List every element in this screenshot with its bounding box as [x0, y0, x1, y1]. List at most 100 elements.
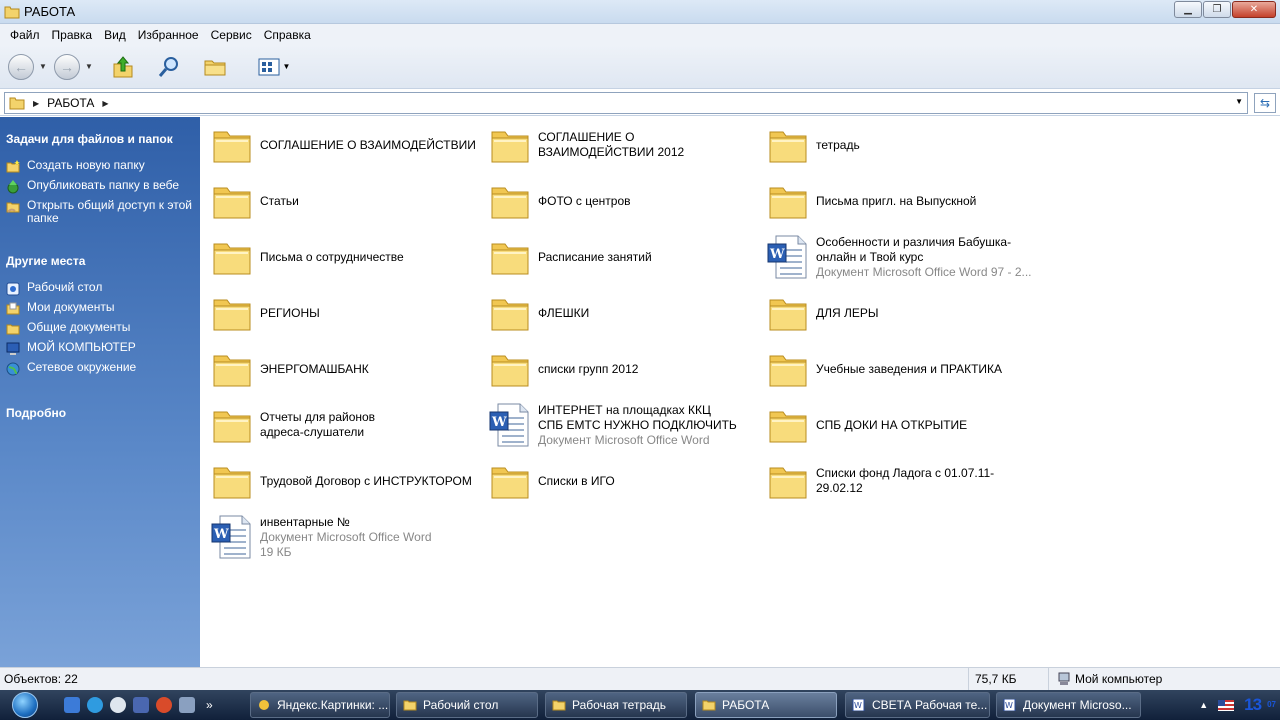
item-name: тетрадь: [816, 137, 860, 152]
place-shared-documents-link[interactable]: Общие документы: [6, 321, 196, 336]
folder-item[interactable]: Письма пригл. на Выпускной: [764, 176, 1034, 226]
shared-documents-icon: [6, 324, 20, 335]
forward-button[interactable]: →: [54, 53, 80, 80]
share-folder-link[interactable]: Открыть общий доступ к этой папке: [6, 199, 196, 225]
back-button[interactable]: ←: [8, 53, 34, 80]
folder-icon: [208, 457, 256, 505]
folder-icon: [552, 700, 566, 711]
item-name: ФОТО с центров: [538, 193, 631, 208]
menu-view[interactable]: Вид: [98, 28, 132, 42]
create-folder-link[interactable]: Создать новую папку: [6, 159, 196, 174]
task-desktop[interactable]: Рабочий стол: [396, 692, 538, 718]
clock[interactable]: 13: [1244, 695, 1262, 715]
folder-item[interactable]: СОГЛАШЕНИЕ О ВЗАИМОДЕЙСТВИИ: [208, 120, 478, 170]
menu-favorites[interactable]: Избранное: [132, 28, 205, 42]
chevron-right-icon[interactable]: »: [206, 698, 213, 712]
up-folder-button[interactable]: [108, 52, 138, 82]
folder-item[interactable]: Списки в ИГО: [486, 456, 756, 506]
minimize-button[interactable]: ▁: [1174, 1, 1202, 18]
task-document-word[interactable]: W Документ Microso...: [996, 692, 1141, 718]
back-dropdown-icon[interactable]: ▼: [36, 62, 50, 71]
item-name: ДЛЯ ЛЕРЫ: [816, 305, 879, 320]
window-title: РАБОТА: [24, 4, 76, 19]
item-name: Трудовой Договор с ИНСТРУКТОРОМ: [260, 473, 472, 488]
folder-item[interactable]: ЭНЕРГОМАШБАНК: [208, 344, 478, 394]
word-document-icon: W: [764, 233, 812, 281]
item-name: Списки в ИГО: [538, 473, 615, 488]
details-section-title[interactable]: Подробно: [0, 406, 72, 420]
menu-edit[interactable]: Правка: [46, 28, 99, 42]
folder-item[interactable]: СОГЛАШЕНИЕ О ВЗАИМОДЕЙСТВИИ 2012: [486, 120, 756, 170]
folder-item[interactable]: СПБ ДОКИ НА ОТКРЫТИЕ: [764, 400, 1034, 450]
views-icon: [258, 58, 280, 75]
folders-button[interactable]: [200, 52, 230, 82]
folder-item[interactable]: Расписание занятий: [486, 232, 756, 282]
place-label: Сетевое окружение: [27, 360, 137, 374]
folder-item[interactable]: РЕГИОНЫ: [208, 288, 478, 338]
task-workbook[interactable]: Рабочая тетрадь: [545, 692, 687, 718]
restore-button[interactable]: ❐: [1203, 1, 1231, 18]
task-label: Создать новую папку: [27, 158, 145, 172]
folder-item[interactable]: Учебные заведения и ПРАКТИКА: [764, 344, 1034, 394]
place-label: МОЙ КОМПЬЮТЕР: [27, 340, 136, 354]
language-flag-icon[interactable]: [1218, 699, 1235, 711]
task-rabota[interactable]: РАБОТА: [695, 692, 837, 718]
publish-web-link[interactable]: Опубликовать папку в вебе: [6, 179, 196, 194]
forward-dropdown-icon[interactable]: ▼: [82, 62, 96, 71]
start-button[interactable]: [0, 690, 50, 720]
folder-icon: [764, 121, 812, 169]
app-quicklaunch-icon[interactable]: [179, 697, 195, 713]
address-field[interactable]: ▶ РАБОТА ▶ ▼: [4, 92, 1248, 114]
folder-item[interactable]: Списки фонд Ладога с 01.07.11-29.02.12: [764, 456, 1034, 506]
folder-item[interactable]: Статьи: [208, 176, 478, 226]
folder-icon: [208, 401, 256, 449]
opera-quicklaunch-icon[interactable]: [156, 697, 172, 713]
item-name: Учебные заведения и ПРАКТИКА: [816, 361, 1003, 376]
go-button[interactable]: ⇆: [1254, 93, 1276, 113]
item-text: тетрадь: [816, 138, 860, 153]
desktop-quicklaunch-icon[interactable]: [64, 697, 80, 713]
item-name: ИНТЕРНЕТ на площадках ККЦ СПБ ЕМТС НУЖНО…: [538, 402, 737, 432]
document-item[interactable]: W Особенности и различия Бабушка-онлайн и…: [764, 232, 1034, 282]
folder-item[interactable]: Письма о сотрудничестве: [208, 232, 478, 282]
place-my-documents-link[interactable]: Мои документы: [6, 301, 196, 316]
document-item[interactable]: W ИНТЕРНЕТ на площадках ККЦ СПБ ЕМТС НУЖН…: [486, 400, 756, 450]
ie-quicklaunch-icon[interactable]: [87, 697, 103, 713]
menu-help[interactable]: Справка: [258, 28, 317, 42]
folder-item[interactable]: ДЛЯ ЛЕРЫ: [764, 288, 1034, 338]
menu-tools[interactable]: Сервис: [205, 28, 258, 42]
place-desktop-link[interactable]: Рабочий стол: [6, 281, 196, 296]
folder-icon: [208, 289, 256, 337]
item-name: инвентарные №: [260, 514, 350, 529]
folder-item[interactable]: Отчеты для районов адреса-слушатели: [208, 400, 478, 450]
word-document-icon: W: [208, 513, 256, 561]
breadcrumb-current[interactable]: РАБОТА: [47, 96, 94, 110]
views-button[interactable]: ▼: [254, 52, 294, 82]
save-quicklaunch-icon[interactable]: [133, 697, 149, 713]
word-document-icon: W: [486, 401, 534, 449]
folder-icon: [208, 345, 256, 393]
media-quicklaunch-icon[interactable]: [110, 697, 126, 713]
menu-file[interactable]: Файл: [4, 28, 46, 42]
task-yandex[interactable]: Яндекс.Картинки: ...: [250, 692, 390, 718]
place-label: Мои документы: [27, 300, 115, 314]
document-item[interactable]: Wинвентарные № Документ Microsoft Office …: [208, 512, 478, 562]
folder-item[interactable]: Трудовой Договор с ИНСТРУКТОРОМ: [208, 456, 478, 506]
task-label: РАБОТА: [722, 698, 770, 712]
search-button[interactable]: [154, 52, 184, 82]
show-hidden-icons-arrow-icon[interactable]: ▲: [1199, 700, 1208, 710]
folder-icon: [486, 289, 534, 337]
close-button[interactable]: ✕: [1232, 1, 1276, 18]
folder-item[interactable]: ФОТО с центров: [486, 176, 756, 226]
address-dropdown-icon[interactable]: ▼: [1235, 97, 1243, 106]
place-my-computer-link[interactable]: МОЙ КОМПЬЮТЕР: [6, 341, 196, 356]
item-text: Статьи: [260, 194, 299, 209]
task-sveta-word[interactable]: W СВЕТА Рабочая те...: [845, 692, 990, 718]
place-network-link[interactable]: Сетевое окружение: [6, 361, 196, 376]
folder-item[interactable]: списки групп 2012: [486, 344, 756, 394]
place-label: Рабочий стол: [27, 280, 103, 294]
item-text: Письма пригл. на Выпускной: [816, 194, 976, 209]
folder-item[interactable]: тетрадь: [764, 120, 1034, 170]
folder-item[interactable]: ФЛЕШКИ: [486, 288, 756, 338]
folder-icon: [208, 177, 256, 225]
